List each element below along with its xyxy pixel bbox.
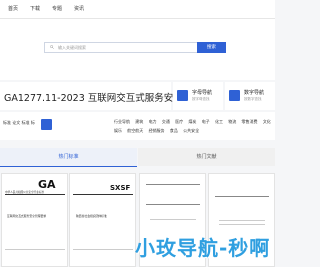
number-nav-title: 数字导航 (244, 90, 265, 96)
doc-thumbnail[interactable]: GA 中华人民共和国公共安全行业标准 互联网交互式服务安全管理要求 (1, 173, 68, 267)
category-item[interactable]: 食品 (170, 128, 178, 133)
category-item[interactable]: 物流 (228, 119, 236, 124)
category-item[interactable]: 交通 (162, 119, 170, 124)
search-icon (50, 45, 54, 49)
watermark-text: 小玫导航-秒啊 (135, 236, 271, 260)
letter-nav-sub: 按字母查找 (192, 97, 210, 101)
nav-item-news[interactable]: 资讯 (74, 5, 84, 12)
nav-item-download[interactable]: 下载 (30, 5, 40, 12)
doc-title: 互联网交互式服务安全管理要求 (7, 214, 47, 218)
tag-links[interactable]: 标准 论文 标准 标 (3, 120, 35, 126)
doc-logo: SXSF (110, 184, 131, 192)
doc-rule (146, 184, 200, 185)
search-button[interactable]: 搜索 (197, 42, 226, 53)
number-nav-icon (229, 90, 240, 101)
number-nav-sub: 按数字查找 (244, 97, 262, 101)
category-item[interactable]: 航空航天 (127, 128, 143, 133)
doc-rule (5, 249, 65, 250)
doc-rule (5, 194, 65, 195)
category-item[interactable]: 零售消费 (242, 119, 258, 124)
book-icon (41, 119, 52, 130)
number-nav-card[interactable]: 数字导航 按数字查找 (225, 82, 275, 110)
doc-thumbnail[interactable]: SXSF 陕西省社会组织团体标准 (69, 173, 136, 267)
doc-rule (73, 249, 133, 250)
doc-rule (73, 194, 133, 195)
doc-org: 中华人民共和国公共安全行业标准 (5, 191, 44, 194)
letter-nav-card[interactable]: 字母导航 按字母查找 (173, 82, 223, 110)
category-item[interactable]: 医疗 (175, 119, 183, 124)
doc-rule (215, 196, 269, 197)
category-item[interactable]: 化工 (215, 119, 223, 124)
letter-nav-title: 字母导航 (192, 90, 213, 96)
doc-rule (150, 219, 196, 220)
top-nav: 首页 下载 专题 资讯 (0, 0, 275, 19)
category-item[interactable]: 电子 (202, 119, 210, 124)
nav-item-home[interactable]: 首页 (8, 5, 18, 12)
category-item[interactable]: 电力 (149, 119, 157, 124)
category-item[interactable]: 经销服务 (149, 128, 165, 133)
doc-rule (146, 204, 200, 205)
category-item[interactable]: 行业导航 (114, 119, 130, 124)
nav-item-topics[interactable]: 专题 (52, 5, 62, 12)
category-item[interactable]: 建筑 (135, 119, 143, 124)
doc-rule (219, 224, 265, 225)
search-placeholder: 输入关键词搜索 (58, 45, 86, 50)
doc-title: 陕西省社会组织团体标准 (76, 214, 107, 218)
letter-nav-icon (177, 90, 188, 101)
tab-hot-standards[interactable]: 热门标准 (0, 148, 137, 167)
category-list: 行业导航 建筑 电力 交通 医疗 煤炭 电子 化工 物流 零售消费 文化娱乐 航… (114, 117, 274, 135)
category-item[interactable]: 公共安全 (183, 128, 199, 133)
category-item[interactable]: 煤炭 (188, 119, 196, 124)
tab-hot-articles[interactable]: 热门文献 (138, 148, 275, 166)
doc-rule (219, 220, 265, 221)
